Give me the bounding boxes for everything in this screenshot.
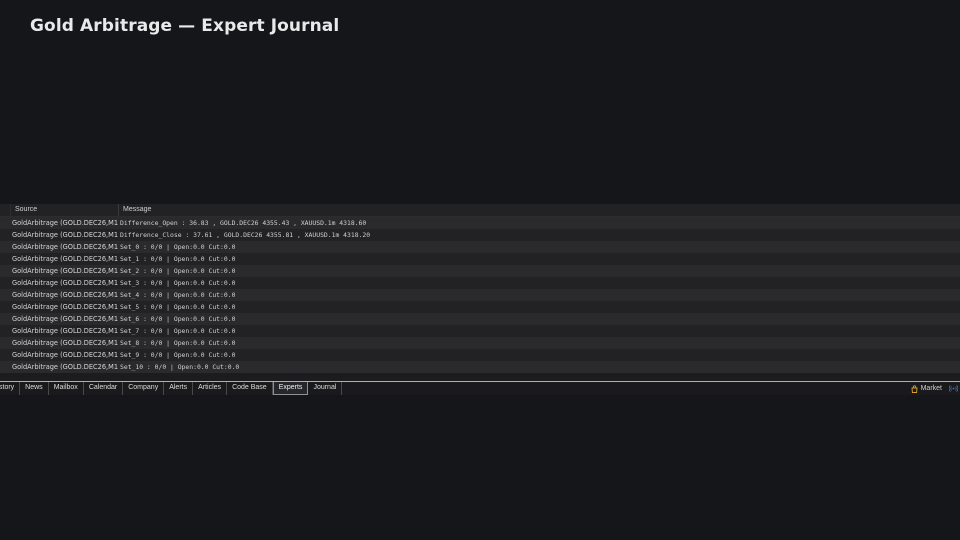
tab-alerts[interactable]: Alerts bbox=[164, 382, 194, 395]
cell-message: Set_0 : 0/0 | Open:0.0 Cut:0.0 bbox=[120, 243, 236, 251]
table-row[interactable]: GoldArbitrage (GOLD.DEC26,M1) Set_6 : 0/0… bbox=[0, 313, 960, 325]
table-row[interactable]: GoldArbitrage (GOLD.DEC26,M1) Difference_… bbox=[0, 229, 960, 241]
cell-source: GoldArbitrage (GOLD.DEC26,M1) bbox=[12, 315, 118, 323]
cell-source: GoldArbitrage (GOLD.DEC26,M1) bbox=[12, 291, 118, 299]
cell-message: Set_1 : 0/0 | Open:0.0 Cut:0.0 bbox=[120, 255, 236, 263]
cell-message: Set_9 : 0/0 | Open:0.0 Cut:0.0 bbox=[120, 351, 236, 359]
cell-source: GoldArbitrage (GOLD.DEC26,M1) bbox=[12, 327, 118, 335]
cell-source: GoldArbitrage (GOLD.DEC26,M1) bbox=[12, 363, 118, 371]
cell-message: Set_6 : 0/0 | Open:0.0 Cut:0.0 bbox=[120, 315, 236, 323]
page-title: Gold Arbitrage — Expert Journal bbox=[30, 16, 340, 36]
table-row[interactable]: GoldArbitrage (GOLD.DEC26,M1) Set_3 : 0/0… bbox=[0, 277, 960, 289]
table-row[interactable]: GoldArbitrage (GOLD.DEC26,M1) Set_9 : 0/0… bbox=[0, 349, 960, 361]
cell-source: GoldArbitrage (GOLD.DEC26,M1) bbox=[12, 339, 118, 347]
journal-header: Source Message bbox=[0, 204, 960, 217]
table-row[interactable]: GoldArbitrage (GOLD.DEC26,M1) Set_7 : 0/0… bbox=[0, 325, 960, 337]
cell-source: GoldArbitrage (GOLD.DEC26,M1) bbox=[12, 351, 118, 359]
table-row[interactable]: GoldArbitrage (GOLD.DEC26,M1) Set_2 : 0/0… bbox=[0, 265, 960, 277]
cell-message: Difference_Close : 37.61 , GOLD.DEC26 43… bbox=[120, 231, 371, 239]
cell-source: GoldArbitrage (GOLD.DEC26,M1) bbox=[12, 231, 118, 239]
tab-story[interactable]: story bbox=[0, 382, 21, 395]
cell-message: Set_5 : 0/0 | Open:0.0 Cut:0.0 bbox=[120, 303, 236, 311]
cell-source: GoldArbitrage (GOLD.DEC26,M1) bbox=[12, 255, 118, 263]
cell-message: Difference_Open : 36.83 , GOLD.DEC26 435… bbox=[120, 219, 367, 227]
market-button[interactable]: Market bbox=[911, 382, 942, 395]
table-row[interactable]: GoldArbitrage (GOLD.DEC26,M1) Set_5 : 0/0… bbox=[0, 301, 960, 313]
journal-rows: GoldArbitrage (GOLD.DEC26,M1) Difference_… bbox=[0, 217, 960, 385]
cell-source: GoldArbitrage (GOLD.DEC26,M1) bbox=[12, 267, 118, 275]
tab-articles[interactable]: Articles bbox=[193, 382, 228, 395]
cell-source: GoldArbitrage (GOLD.DEC26,M1) bbox=[12, 279, 118, 287]
cell-source: GoldArbitrage (GOLD.DEC26,M1) bbox=[12, 303, 118, 311]
table-row[interactable]: GoldArbitrage (GOLD.DEC26,M1) Set_0 : 0/0… bbox=[0, 241, 960, 253]
table-row[interactable]: GoldArbitrage (GOLD.DEC26,M1) Set_10 : 0/… bbox=[0, 361, 960, 373]
toolbox-tabbar: story News Mailbox Calendar Company Alerts Art… bbox=[0, 381, 960, 395]
cell-source: GoldArbitrage (GOLD.DEC26,M1) bbox=[12, 243, 118, 251]
cell-message: Set_8 : 0/0 | Open:0.0 Cut:0.0 bbox=[120, 339, 236, 347]
tab-company[interactable]: Company bbox=[123, 382, 165, 395]
cell-message: Set_3 : 0/0 | Open:0.0 Cut:0.0 bbox=[120, 279, 236, 287]
cell-message: Set_4 : 0/0 | Open:0.0 Cut:0.0 bbox=[120, 291, 236, 299]
cell-source: GoldArbitrage (GOLD.DEC26,M1) bbox=[12, 219, 118, 227]
table-row[interactable]: GoldArbitrage (GOLD.DEC26,M1) Set_8 : 0/0… bbox=[0, 337, 960, 349]
column-header-message[interactable]: Message bbox=[118, 204, 960, 216]
tab-news[interactable]: News bbox=[20, 382, 49, 395]
tab-mailbox[interactable]: Mailbox bbox=[49, 382, 84, 395]
tab-journal[interactable]: Journal bbox=[308, 382, 343, 395]
signal-icon[interactable] bbox=[948, 384, 959, 393]
tab-experts[interactable]: Experts bbox=[272, 382, 309, 395]
table-row[interactable]: GoldArbitrage (GOLD.DEC26,M1) Set_4 : 0/0… bbox=[0, 289, 960, 301]
market-label: Market bbox=[920, 385, 942, 392]
expert-journal-panel: Source Message GoldArbitrage (GOLD.DEC26… bbox=[0, 204, 960, 395]
toolbox-tabs: story News Mailbox Calendar Company Alerts Art… bbox=[0, 382, 343, 395]
column-header-source[interactable]: Source bbox=[10, 204, 118, 216]
table-row[interactable]: GoldArbitrage (GOLD.DEC26,M1) Set_1 : 0/0… bbox=[0, 253, 960, 265]
table-row[interactable]: GoldArbitrage (GOLD.DEC26,M1) Difference_… bbox=[0, 217, 960, 229]
cell-message: Set_10 : 0/0 | Open:0.0 Cut:0.0 bbox=[120, 363, 240, 371]
shopping-bag-icon bbox=[911, 385, 918, 393]
cell-message: Set_7 : 0/0 | Open:0.0 Cut:0.0 bbox=[120, 327, 236, 335]
tab-calendar[interactable]: Calendar bbox=[84, 382, 124, 395]
tab-code-base[interactable]: Code Base bbox=[227, 382, 273, 395]
cell-message: Set_2 : 0/0 | Open:0.0 Cut:0.0 bbox=[120, 267, 236, 275]
